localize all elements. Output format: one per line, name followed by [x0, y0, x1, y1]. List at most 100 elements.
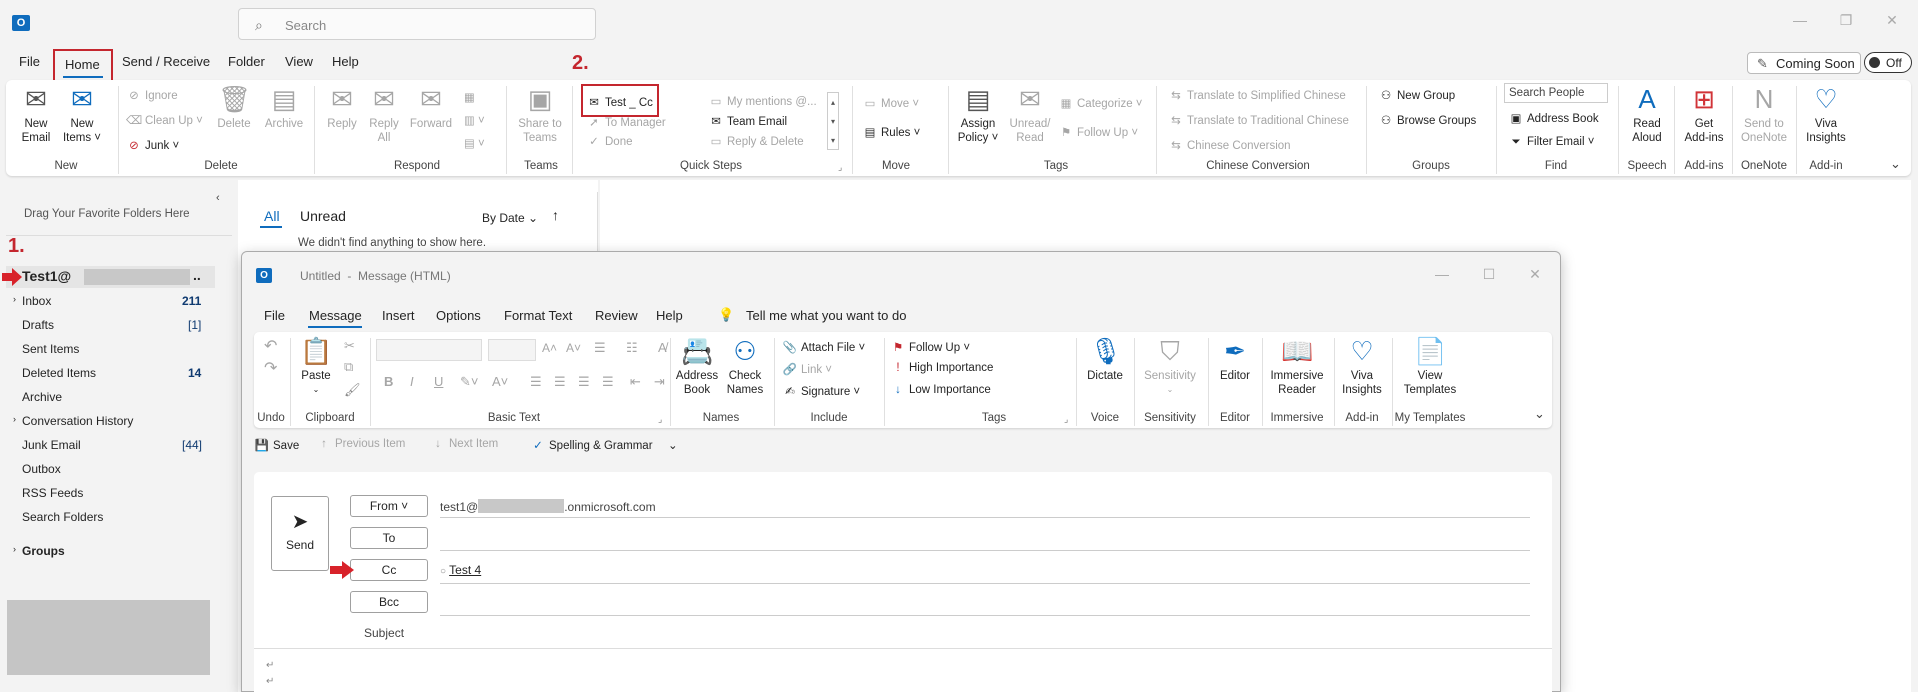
- folder-deleted-items[interactable]: Deleted Items: [22, 366, 96, 380]
- send-to-onenote-button[interactable]: N Send to OneNote: [1738, 84, 1790, 145]
- address-book-button[interactable]: ▣ Address Book: [1508, 111, 1599, 125]
- new-email-button[interactable]: ✉ New Email: [16, 84, 56, 145]
- ignore-button[interactable]: ⊘ Ignore: [126, 88, 177, 102]
- share-to-teams-button[interactable]: ▣ Share to Teams: [514, 84, 566, 145]
- expand-chevron-icon[interactable]: ›: [13, 414, 16, 424]
- immersive-reader-button[interactable]: 📖 Immersive Reader: [1266, 336, 1328, 397]
- tab-review[interactable]: Review: [595, 308, 638, 323]
- clean-up-button[interactable]: ⌫ Clean Up ˅: [126, 113, 203, 127]
- tab-format-text[interactable]: Format Text: [504, 308, 572, 323]
- im-reply-icon[interactable]: ▥ ˅: [464, 113, 485, 127]
- maximize-icon[interactable]: ☐: [1479, 266, 1499, 283]
- editor-button[interactable]: ✒ Editor: [1214, 336, 1256, 383]
- copy-icon[interactable]: ⧉: [344, 359, 353, 375]
- cut-icon[interactable]: ✂: [344, 338, 355, 354]
- underline-icon[interactable]: U: [434, 374, 443, 389]
- align-right-icon[interactable]: ☰: [578, 374, 590, 390]
- shrink-font-icon[interactable]: A˅: [566, 341, 581, 355]
- quick-step-to-manager[interactable]: ➚ To Manager: [586, 115, 666, 129]
- tab-help[interactable]: Help: [332, 54, 359, 69]
- sort-dropdown[interactable]: By Date ⌄: [482, 211, 538, 225]
- collapse-pane-chevron-icon[interactable]: ‹: [216, 192, 220, 204]
- viva-insights-button[interactable]: ♡ Viva Insights: [1802, 84, 1850, 145]
- link-button[interactable]: 🔗 Link ˅: [782, 362, 832, 376]
- rules-button[interactable]: ▤ Rules ˅: [862, 125, 921, 139]
- archive-button[interactable]: ▤ Archive: [262, 84, 306, 131]
- tab-all[interactable]: All: [264, 208, 280, 224]
- groups-node[interactable]: Groups: [22, 544, 65, 558]
- folder-search-folders[interactable]: Search Folders: [22, 510, 103, 524]
- folder-junk-email[interactable]: Junk Email: [22, 438, 81, 452]
- align-center-icon[interactable]: ☰: [554, 374, 566, 390]
- forward-button[interactable]: ✉ Forward: [408, 84, 454, 131]
- delete-button[interactable]: 🗑 Delete: [216, 84, 252, 131]
- quick-step-team-email[interactable]: ✉ Team Email: [708, 114, 787, 128]
- new-items-button[interactable]: ✉ New Items ˅: [62, 84, 102, 145]
- quick-steps-scroll[interactable]: ▴ ▾ ▾: [827, 92, 839, 150]
- clear-formatting-icon[interactable]: A̸: [658, 340, 667, 355]
- expand-chevron-icon[interactable]: ›: [13, 294, 16, 304]
- new-group-button[interactable]: ⚇ New Group: [1378, 88, 1455, 102]
- tab-options[interactable]: Options: [436, 308, 481, 323]
- follow-up-button[interactable]: ⚑ Follow Up ˅: [1058, 125, 1138, 139]
- cc-input[interactable]: ○ Test 4: [440, 563, 481, 577]
- coming-soon-toggle[interactable]: Off: [1864, 52, 1912, 73]
- justify-icon[interactable]: ☰: [602, 374, 614, 390]
- search-people-input[interactable]: Search People: [1504, 83, 1608, 103]
- dialog-launcher-icon[interactable]: ⌟: [658, 414, 662, 425]
- account-node[interactable]: Test1@ ..: [6, 266, 215, 288]
- folder-inbox[interactable]: Inbox: [22, 294, 51, 308]
- maximize-icon[interactable]: ❐: [1836, 12, 1856, 29]
- reply-button[interactable]: ✉ Reply: [324, 84, 360, 131]
- previous-item-button[interactable]: ↑ Previous Item: [316, 438, 405, 450]
- unread-read-button[interactable]: ✉ Unread/ Read: [1006, 84, 1054, 145]
- send-button[interactable]: ➤ Send: [271, 496, 329, 571]
- font-color-icon[interactable]: A˅: [492, 374, 508, 389]
- coming-soon-button[interactable]: ✎ Coming Soon: [1747, 52, 1861, 74]
- spelling-grammar-button[interactable]: ✓ Spelling & Grammar: [530, 438, 652, 452]
- folder-conversation-history[interactable]: Conversation History: [22, 414, 133, 428]
- search-input[interactable]: Search: [285, 18, 326, 33]
- sensitivity-button[interactable]: ⛉ Sensitivity ⌄: [1138, 336, 1202, 397]
- message-body[interactable]: ↵ ↵: [254, 652, 1552, 692]
- font-family-select[interactable]: [376, 339, 482, 361]
- close-icon[interactable]: ✕: [1525, 266, 1545, 283]
- to-input[interactable]: [440, 527, 1530, 549]
- folder-drafts[interactable]: Drafts: [22, 318, 54, 332]
- quick-step-my-mentions[interactable]: ▭ My mentions @...: [708, 94, 817, 108]
- highlight-icon[interactable]: ✎˅: [460, 374, 478, 390]
- filter-email-button[interactable]: ⏷ Filter Email ˅: [1508, 136, 1594, 149]
- format-painter-icon[interactable]: 🖌: [344, 382, 361, 398]
- tab-unread[interactable]: Unread: [300, 208, 346, 224]
- cc-recipient[interactable]: Test 4: [449, 563, 481, 577]
- minimize-icon[interactable]: —: [1790, 12, 1810, 28]
- bcc-button[interactable]: Bcc: [350, 591, 428, 613]
- grow-font-icon[interactable]: A˄: [542, 341, 557, 355]
- undo-icon[interactable]: ↶: [264, 336, 277, 356]
- follow-up-button[interactable]: ⚑ Follow Up ˅: [890, 340, 970, 354]
- folder-sent-items[interactable]: Sent Items: [22, 342, 79, 356]
- tab-home[interactable]: Home: [53, 49, 113, 82]
- bold-icon[interactable]: B: [384, 374, 393, 389]
- cc-button[interactable]: Cc: [350, 559, 428, 581]
- tab-message[interactable]: Message: [309, 308, 362, 323]
- subject-input[interactable]: [440, 622, 1530, 644]
- folder-rss-feeds[interactable]: RSS Feeds: [22, 486, 83, 500]
- dialog-launcher-icon[interactable]: ⌟: [838, 162, 842, 173]
- high-importance-button[interactable]: ! High Importance: [890, 362, 993, 374]
- to-button[interactable]: To: [350, 527, 428, 549]
- paste-button[interactable]: 📋 Paste ⌄: [296, 336, 336, 397]
- more-respond-icon[interactable]: ▤ ˅: [464, 136, 485, 150]
- tab-view[interactable]: View: [285, 54, 313, 69]
- address-book-button[interactable]: 📇 Address Book: [674, 336, 720, 397]
- bullets-icon[interactable]: ☰: [594, 340, 606, 356]
- quick-step-done[interactable]: ✓ Done: [586, 134, 632, 148]
- redo-icon[interactable]: ↷: [264, 358, 277, 378]
- search-box[interactable]: ⌕ Search: [238, 8, 596, 40]
- bcc-input[interactable]: [440, 591, 1530, 613]
- next-item-button[interactable]: ↓ Next Item: [430, 438, 498, 450]
- folder-outbox[interactable]: Outbox: [22, 462, 61, 476]
- sort-direction-icon[interactable]: ↑: [552, 207, 559, 223]
- browse-groups-button[interactable]: ⚇ Browse Groups: [1378, 113, 1476, 127]
- tab-file[interactable]: File: [264, 308, 285, 323]
